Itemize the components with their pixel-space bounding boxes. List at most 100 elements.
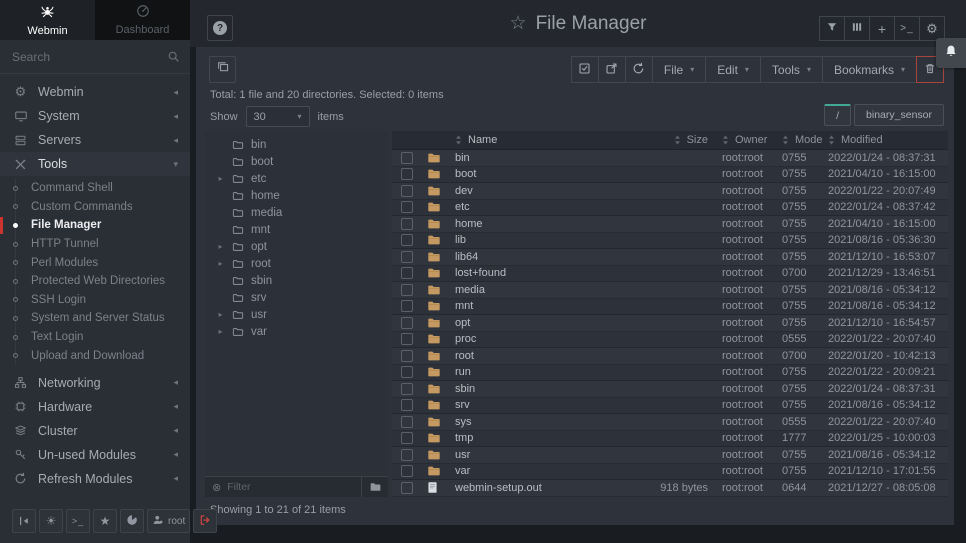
table-row[interactable]: srv root:root 0755 2021/08/16 - 05:34:12 [392,398,948,415]
column-header-size[interactable]: Size [634,134,722,146]
add-button[interactable]: + [869,16,895,41]
table-row[interactable]: sys root:root 0555 2022/01/22 - 20:07:40 [392,414,948,431]
collapse-sidebar-button[interactable] [12,509,36,533]
table-row[interactable]: usr root:root 0755 2021/08/16 - 05:34:12 [392,447,948,464]
table-row[interactable]: webmin-setup.out 918 bytes root:root 064… [392,480,948,497]
table-row[interactable]: run root:root 0755 2022/01/22 - 20:09:21 [392,365,948,382]
sidebar-item-webmin[interactable]: ⚙ Webmin ◂ [0,80,190,104]
table-row[interactable]: etc root:root 0755 2022/01/24 - 08:37:42 [392,200,948,217]
row-checkbox[interactable] [401,366,413,378]
table-row[interactable]: lib64 root:root 0755 2021/12/10 - 16:53:… [392,249,948,266]
row-name[interactable]: mnt [455,300,634,312]
sidebar-item-file-manager[interactable]: File Manager [0,216,190,235]
sidebar-item-http-tunnel[interactable]: HTTP Tunnel [0,235,190,254]
sidebar-item-text-login[interactable]: Text Login [0,328,190,347]
row-name[interactable]: sys [455,416,634,428]
tree-item-media[interactable]: ▸ media [205,204,388,221]
row-checkbox[interactable] [401,267,413,279]
table-row[interactable]: proc root:root 0555 2022/01/22 - 20:07:4… [392,332,948,349]
filter-input[interactable] [227,481,361,493]
tree-item-usr[interactable]: ▸ usr [205,306,388,323]
search-input[interactable] [12,50,167,64]
row-checkbox[interactable] [401,152,413,164]
row-name[interactable]: usr [455,449,634,461]
help-button[interactable]: ? [207,15,233,41]
row-checkbox[interactable] [401,218,413,230]
expand-arrow-icon[interactable]: ▸ [216,327,225,336]
table-row[interactable]: media root:root 0755 2021/08/16 - 05:34:… [392,282,948,299]
expand-arrow-icon[interactable]: ▸ [216,242,225,251]
folder-select-button[interactable] [361,477,388,497]
share-button[interactable] [598,56,626,83]
row-name[interactable]: root [455,350,634,362]
table-row[interactable]: lib root:root 0755 2021/08/16 - 05:36:30 [392,233,948,250]
column-header-name[interactable]: Name [455,134,634,146]
tree-item-bin[interactable]: ▸ bin [205,136,388,153]
notifications-tab[interactable] [936,38,966,68]
favorites-button[interactable]: ★ [93,509,117,533]
row-name[interactable]: etc [455,201,634,213]
expand-arrow-icon[interactable]: ▸ [216,174,225,183]
row-name[interactable]: boot [455,168,634,180]
menu-tools[interactable]: Tools▾ [760,56,823,83]
table-row[interactable]: opt root:root 0755 2021/12/10 - 16:54:57 [392,315,948,332]
tree-item-etc[interactable]: ▸ etc [205,170,388,187]
row-checkbox[interactable] [401,482,413,494]
table-row[interactable]: sbin root:root 0755 2022/01/24 - 08:37:3… [392,381,948,398]
night-mode-button[interactable]: ☀ [39,509,63,533]
tab-webmin[interactable]: Webmin [0,0,95,40]
row-name[interactable]: tmp [455,432,634,444]
sidebar-item-ssh-login[interactable]: SSH Login [0,291,190,310]
menu-edit[interactable]: Edit▾ [705,56,761,83]
menu-bookmarks[interactable]: Bookmarks▾ [822,56,917,83]
row-name[interactable]: dev [455,185,634,197]
row-checkbox[interactable] [401,317,413,329]
expand-arrow-icon[interactable]: ▸ [216,310,225,319]
column-header-owner[interactable]: Owner [722,134,782,146]
select-all-button[interactable] [571,56,599,83]
table-row[interactable]: lost+found root:root 0700 2021/12/29 - 1… [392,266,948,283]
sidebar-item-networking[interactable]: Networking ◂ [0,371,190,395]
tree-item-root[interactable]: ▸ root [205,255,388,272]
row-checkbox[interactable] [401,201,413,213]
items-per-page-select[interactable]: 30 ▾ [246,106,310,127]
copy-path-button[interactable] [209,56,236,83]
row-checkbox[interactable] [401,284,413,296]
tree-item-boot[interactable]: ▸ boot [205,153,388,170]
user-button[interactable]: root [147,509,190,533]
breadcrumb-binary-sensor[interactable]: binary_sensor [854,104,944,126]
row-checkbox[interactable] [401,399,413,411]
tab-dashboard[interactable]: Dashboard [95,0,190,40]
row-checkbox[interactable] [401,168,413,180]
tree-item-mnt[interactable]: ▸ mnt [205,221,388,238]
theme-button[interactable] [120,509,144,533]
row-checkbox[interactable] [401,416,413,428]
refresh-button[interactable] [625,56,653,83]
row-name[interactable]: proc [455,333,634,345]
row-checkbox[interactable] [401,465,413,477]
sidebar-item-servers[interactable]: Servers ◂ [0,128,190,152]
table-row[interactable]: bin root:root 0755 2022/01/24 - 08:37:31 [392,150,948,167]
row-checkbox[interactable] [401,251,413,263]
row-name[interactable]: webmin-setup.out [455,482,634,494]
tree-item-srv[interactable]: ▸ srv [205,289,388,306]
menu-file[interactable]: File▾ [652,56,706,83]
clear-filter-icon[interactable]: ⊗ [212,481,221,494]
row-name[interactable]: bin [455,152,634,164]
expand-arrow-icon[interactable]: ▸ [216,259,225,268]
row-name[interactable]: srv [455,399,634,411]
table-row[interactable]: dev root:root 0755 2022/01/22 - 20:07:49 [392,183,948,200]
row-name[interactable]: lib [455,234,634,246]
columns-button[interactable] [844,16,870,41]
sidebar-item-refresh-modules[interactable]: Refresh Modules ◂ [0,467,190,491]
row-checkbox[interactable] [401,432,413,444]
table-row[interactable]: root root:root 0700 2022/01/20 - 10:42:1… [392,348,948,365]
row-name[interactable]: lost+found [455,267,634,279]
row-checkbox[interactable] [401,333,413,345]
sidebar-item-un-used-modules[interactable]: Un-used Modules ◂ [0,443,190,467]
filter-button[interactable] [819,16,845,41]
row-name[interactable]: media [455,284,634,296]
sidebar-item-cluster[interactable]: Cluster ◂ [0,419,190,443]
row-name[interactable]: sbin [455,383,634,395]
row-checkbox[interactable] [401,234,413,246]
